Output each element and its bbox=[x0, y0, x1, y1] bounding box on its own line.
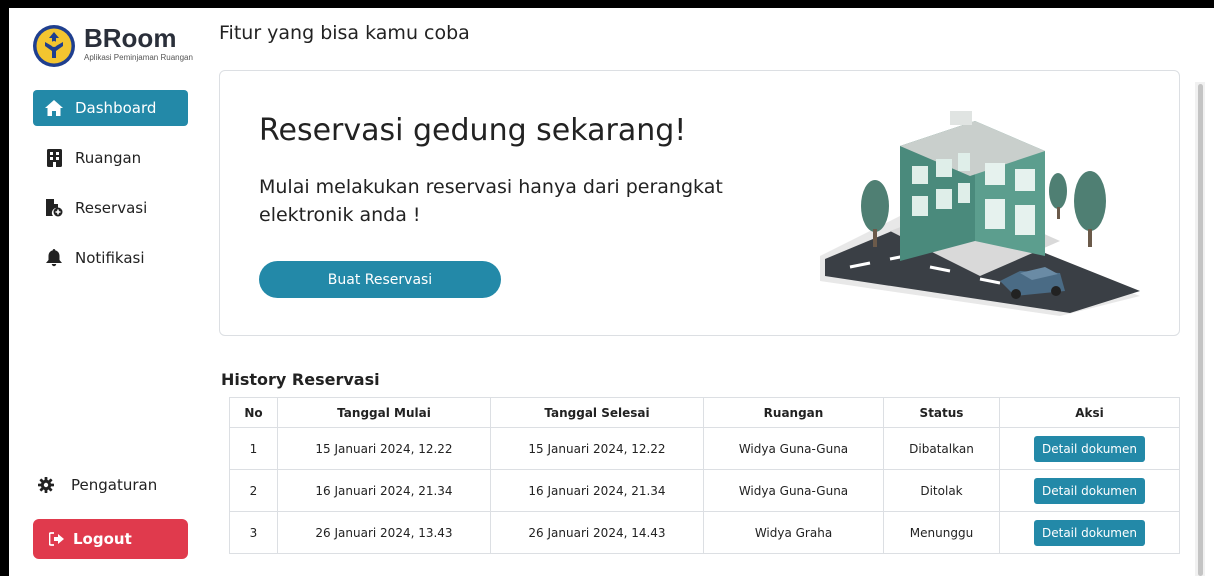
cell-status: Menunggu bbox=[883, 511, 1000, 554]
sidebar-item-label: Dashboard bbox=[75, 99, 157, 117]
sidebar-item-label: Pengaturan bbox=[71, 476, 158, 494]
hero-title: Reservasi gedung sekarang! bbox=[259, 113, 687, 148]
column-header: Ruangan bbox=[703, 397, 884, 428]
column-header: Tanggal Mulai bbox=[277, 397, 491, 428]
main-content: Fitur yang bisa kamu coba Reservasi gedu… bbox=[219, 8, 1180, 576]
cell-tanggal-selesai: 15 Januari 2024, 12.22 bbox=[490, 427, 704, 470]
bell-icon bbox=[45, 249, 63, 267]
cell-tanggal-selesai: 26 Januari 2024, 14.43 bbox=[490, 511, 704, 554]
gear-icon bbox=[37, 476, 55, 494]
logout-button[interactable]: Logout bbox=[33, 519, 188, 559]
column-header: Status bbox=[883, 397, 1000, 428]
history-table: No Tanggal Mulai Tanggal Selesai Ruangan… bbox=[229, 397, 1180, 554]
home-icon bbox=[45, 99, 63, 117]
cell-status: Dibatalkan bbox=[883, 427, 1000, 470]
buat-reservasi-button[interactable]: Buat Reservasi bbox=[259, 261, 501, 298]
detail-dokumen-button[interactable]: Detail dokumen bbox=[1034, 477, 1145, 504]
brand-name: BRoom bbox=[84, 23, 177, 53]
cell-aksi: Detail dokumen bbox=[999, 427, 1180, 470]
logo-icon bbox=[33, 25, 75, 67]
cell-ruangan: Widya Graha bbox=[703, 511, 884, 554]
cell-tanggal-mulai: 15 Januari 2024, 12.22 bbox=[277, 427, 491, 470]
hero-card: Reservasi gedung sekarang! Mulai melakuk… bbox=[219, 70, 1180, 336]
sidebar: BRoom Aplikasi Peminjaman Ruangan Dashbo… bbox=[9, 8, 204, 576]
detail-dokumen-button[interactable]: Detail dokumen bbox=[1034, 519, 1145, 546]
sidebar-item-label: Ruangan bbox=[75, 149, 142, 167]
logout-label: Logout bbox=[73, 530, 132, 548]
cell-tanggal-mulai: 26 Januari 2024, 13.43 bbox=[277, 511, 491, 554]
sidebar-item-dashboard[interactable]: Dashboard bbox=[33, 90, 188, 126]
hero-subtitle: Mulai melakukan reservasi hanya dari per… bbox=[259, 176, 723, 226]
file-plus-icon bbox=[45, 199, 63, 217]
sidebar-item-pengaturan[interactable]: Pengaturan bbox=[37, 476, 157, 494]
column-header: Aksi bbox=[999, 397, 1180, 428]
table-header-row: No Tanggal Mulai Tanggal Selesai Ruangan… bbox=[229, 397, 1180, 428]
brand-subtitle: Aplikasi Peminjaman Ruangan bbox=[84, 53, 193, 62]
sidebar-item-label: Notifikasi bbox=[75, 249, 145, 267]
scrollbar-thumb[interactable] bbox=[1198, 84, 1203, 576]
building-illustration bbox=[820, 111, 1140, 316]
table-row: 3 26 Januari 2024, 13.43 26 Januari 2024… bbox=[229, 511, 1180, 554]
cell-no: 3 bbox=[229, 511, 278, 554]
sidebar-nav: Dashboard Ruangan Reservasi Notifikasi bbox=[33, 90, 188, 290]
table-row: 1 15 Januari 2024, 12.22 15 Januari 2024… bbox=[229, 427, 1180, 470]
logout-icon bbox=[49, 530, 65, 548]
column-header: No bbox=[229, 397, 278, 428]
cell-no: 1 bbox=[229, 427, 278, 470]
cell-tanggal-mulai: 16 Januari 2024, 21.34 bbox=[277, 469, 491, 512]
sidebar-item-reservasi[interactable]: Reservasi bbox=[33, 190, 188, 226]
brand[interactable]: BRoom Aplikasi Peminjaman Ruangan bbox=[32, 24, 193, 68]
sidebar-item-ruangan[interactable]: Ruangan bbox=[33, 140, 188, 176]
table-row: 2 16 Januari 2024, 21.34 16 Januari 2024… bbox=[229, 469, 1180, 512]
cell-ruangan: Widya Guna-Guna bbox=[703, 427, 884, 470]
cell-aksi: Detail dokumen bbox=[999, 511, 1180, 554]
cell-status: Ditolak bbox=[883, 469, 1000, 512]
history-title: History Reservasi bbox=[221, 370, 380, 389]
sidebar-item-notifikasi[interactable]: Notifikasi bbox=[33, 240, 188, 276]
column-header: Tanggal Selesai bbox=[490, 397, 704, 428]
cell-tanggal-selesai: 16 Januari 2024, 21.34 bbox=[490, 469, 704, 512]
cell-no: 2 bbox=[229, 469, 278, 512]
detail-dokumen-button[interactable]: Detail dokumen bbox=[1034, 435, 1145, 462]
building-icon bbox=[45, 149, 63, 167]
page-title: Fitur yang bisa kamu coba bbox=[219, 22, 470, 44]
cell-ruangan: Widya Guna-Guna bbox=[703, 469, 884, 512]
cell-aksi: Detail dokumen bbox=[999, 469, 1180, 512]
app-window: BRoom Aplikasi Peminjaman Ruangan Dashbo… bbox=[9, 8, 1214, 576]
sidebar-item-label: Reservasi bbox=[75, 199, 148, 217]
